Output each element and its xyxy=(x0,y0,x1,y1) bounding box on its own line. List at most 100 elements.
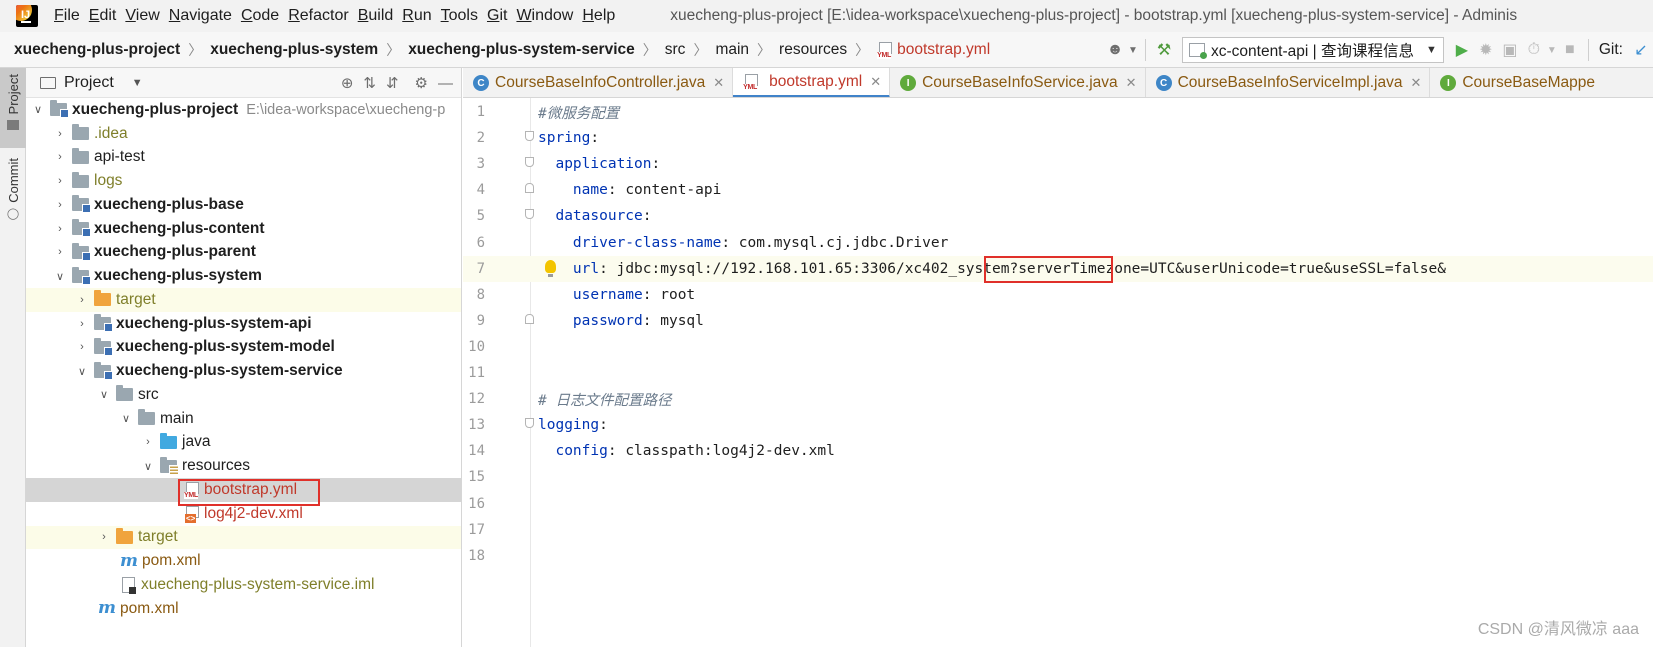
tab-coursebaseinfocontroller[interactable]: C CourseBaseInfoController.java ✕ xyxy=(463,68,734,97)
chevron-down-icon[interactable]: ∨ xyxy=(52,270,68,283)
fold-marker-icon[interactable] xyxy=(525,209,534,220)
chevron-right-icon[interactable]: › xyxy=(140,436,156,448)
menu-code[interactable]: Code xyxy=(241,7,288,25)
code-line-6[interactable]: 6 driver-class-name: com.mysql.cj.jdbc.D… xyxy=(463,230,1653,256)
menu-refactor[interactable]: Refactor xyxy=(288,7,357,25)
code-line-16[interactable]: 16 xyxy=(463,491,1653,517)
tree-node-pom[interactable]: m pom.xml xyxy=(26,597,461,621)
chevron-down-icon[interactable]: ∨ xyxy=(30,103,46,116)
chevron-right-icon[interactable]: › xyxy=(52,128,68,140)
chevron-right-icon[interactable]: › xyxy=(52,175,68,187)
breadcrumb-item[interactable]: xuecheng-plus-project xyxy=(14,41,180,59)
tree-node-module[interactable]: ∨ xuecheng-plus-system-service xyxy=(26,359,461,383)
code-line-11[interactable]: 11 xyxy=(463,360,1653,386)
tree-node-module[interactable]: › xuecheng-plus-system-api xyxy=(26,312,461,336)
coverage-icon[interactable]: ▣ xyxy=(1498,38,1522,62)
tree-node-project-root[interactable]: ∨ xuecheng-plus-project E:\idea-workspac… xyxy=(26,98,461,122)
tab-coursebaseinfoservice[interactable]: I CourseBaseInfoService.java ✕ xyxy=(890,68,1146,97)
debug-icon[interactable]: ✹ xyxy=(1474,38,1498,62)
chevron-right-icon[interactable]: › xyxy=(52,246,68,258)
code-line-13[interactable]: 13 logging: xyxy=(463,412,1653,438)
menu-tools[interactable]: Tools xyxy=(441,7,487,25)
chevron-down-icon[interactable]: ∨ xyxy=(74,365,90,378)
tree-node-bootstrap-yml[interactable]: bootstrap.yml xyxy=(26,478,461,502)
locate-file-icon[interactable]: ⊕ xyxy=(341,74,354,92)
code-line-18[interactable]: 18 xyxy=(463,543,1653,569)
code-line-12[interactable]: 12 # 日志文件配置路径 xyxy=(463,386,1653,412)
fold-marker-icon[interactable] xyxy=(525,157,534,168)
chevron-down-icon[interactable]: ▼ xyxy=(1127,38,1139,62)
code-line-5[interactable]: 5 datasource: xyxy=(463,203,1653,229)
project-tool-button[interactable]: Project xyxy=(0,68,26,148)
chevron-down-icon[interactable]: ∨ xyxy=(96,388,112,401)
menu-build[interactable]: Build xyxy=(358,7,403,25)
breadcrumb-item-file[interactable]: bootstrap.yml xyxy=(877,41,990,59)
tree-node-pom[interactable]: m pom.xml xyxy=(26,549,461,573)
chevron-right-icon[interactable]: › xyxy=(74,341,90,353)
chevron-right-icon[interactable]: › xyxy=(52,151,68,163)
breadcrumb-item[interactable]: resources xyxy=(779,41,847,59)
tree-node-module[interactable]: › xuecheng-plus-content xyxy=(26,217,461,241)
menu-file[interactable]: File xyxy=(54,7,89,25)
fold-marker-icon[interactable] xyxy=(525,183,534,194)
hide-panel-icon[interactable]: — xyxy=(438,75,453,92)
code-line-8[interactable]: 8 username: root xyxy=(463,282,1653,308)
chevron-right-icon[interactable]: › xyxy=(52,223,68,235)
close-icon[interactable]: ✕ xyxy=(870,74,881,90)
run-icon[interactable]: ▶ xyxy=(1450,38,1474,62)
menu-window[interactable]: Window xyxy=(516,7,582,25)
tab-bootstrap-yml[interactable]: bootstrap.yml ✕ xyxy=(733,68,891,97)
code-line-10[interactable]: 10 xyxy=(463,334,1653,360)
menu-git[interactable]: Git xyxy=(487,7,516,25)
tree-node-log4j2-xml[interactable]: log4j2-dev.xml xyxy=(26,502,461,526)
code-line-4[interactable]: 4 name: content-api xyxy=(463,177,1653,203)
tree-node-module[interactable]: › xuecheng-plus-parent xyxy=(26,241,461,265)
menu-navigate[interactable]: Navigate xyxy=(169,7,241,25)
tree-node-target[interactable]: › target xyxy=(26,525,461,550)
user-icon[interactable]: ☻ xyxy=(1103,38,1127,62)
commit-tool-button[interactable]: Commit ◯ xyxy=(0,158,26,228)
chevron-right-icon[interactable]: › xyxy=(52,199,68,211)
chevron-right-icon[interactable]: › xyxy=(74,318,90,330)
fold-marker-icon[interactable] xyxy=(525,131,534,142)
close-icon[interactable]: ✕ xyxy=(1410,75,1421,91)
menu-run[interactable]: Run xyxy=(402,7,440,25)
chevron-down-icon[interactable]: ∨ xyxy=(118,412,134,425)
tab-coursebasemapper[interactable]: I CourseBaseMappe xyxy=(1430,68,1603,97)
chevron-right-icon[interactable]: › xyxy=(74,294,90,306)
breadcrumb-item[interactable]: xuecheng-plus-system xyxy=(210,41,378,59)
tree-node-resources[interactable]: ∨ resources xyxy=(26,454,461,478)
code-line-9[interactable]: 9 password: mysql xyxy=(463,308,1653,334)
menu-help[interactable]: Help xyxy=(582,7,624,25)
project-panel-title[interactable]: Project xyxy=(64,74,114,92)
breadcrumb-item[interactable]: src xyxy=(665,41,686,59)
menu-edit[interactable]: Edit xyxy=(89,7,126,25)
expand-all-icon[interactable]: ⇅ xyxy=(363,74,376,92)
code-line-7[interactable]: 7 url: jdbc:mysql://192.168.101.65:3306/… xyxy=(463,255,1653,282)
code-line-14[interactable]: 14 config: classpath:log4j2-dev.xml xyxy=(463,438,1653,464)
close-icon[interactable]: ✕ xyxy=(1126,75,1137,91)
tree-node-module[interactable]: › xuecheng-plus-base xyxy=(26,193,461,217)
chevron-down-icon[interactable]: ▼ xyxy=(1546,38,1558,62)
run-configuration-select[interactable]: xc-content-api | 查询课程信息 ▼ xyxy=(1181,37,1444,63)
chevron-down-icon[interactable]: ∨ xyxy=(140,460,156,473)
code-line-17[interactable]: 17 xyxy=(463,517,1653,543)
tree-node-module[interactable]: ∨ xuecheng-plus-system xyxy=(26,264,461,288)
code-line-2[interactable]: 2 spring: xyxy=(463,125,1653,151)
chevron-right-icon[interactable]: › xyxy=(96,531,112,543)
build-hammer-icon[interactable]: ⚒ xyxy=(1152,38,1176,62)
tree-node-module[interactable]: › xuecheng-plus-system-model xyxy=(26,336,461,360)
tree-node-iml[interactable]: xuecheng-plus-system-service.iml xyxy=(26,573,461,597)
profile-icon[interactable]: ⏱ xyxy=(1522,38,1546,62)
menu-view[interactable]: View xyxy=(125,7,168,25)
fold-marker-icon[interactable] xyxy=(525,313,534,324)
code-line-3[interactable]: 3 application: xyxy=(463,151,1653,177)
tab-coursebaseinfoserviceimpl[interactable]: C CourseBaseInfoServiceImpl.java ✕ xyxy=(1146,68,1431,97)
code-line-15[interactable]: 15 xyxy=(463,464,1653,490)
code-editor[interactable]: 1 #微服务配置 2 spring: 3 application: 4 name… xyxy=(463,98,1653,647)
close-icon[interactable]: ✕ xyxy=(713,75,724,91)
breadcrumb-item[interactable]: xuecheng-plus-system-service xyxy=(408,41,635,59)
tree-node-idea[interactable]: › .idea xyxy=(26,122,461,146)
tree-node-java[interactable]: › java xyxy=(26,431,461,455)
tree-node-main[interactable]: ∨ main xyxy=(26,407,461,431)
